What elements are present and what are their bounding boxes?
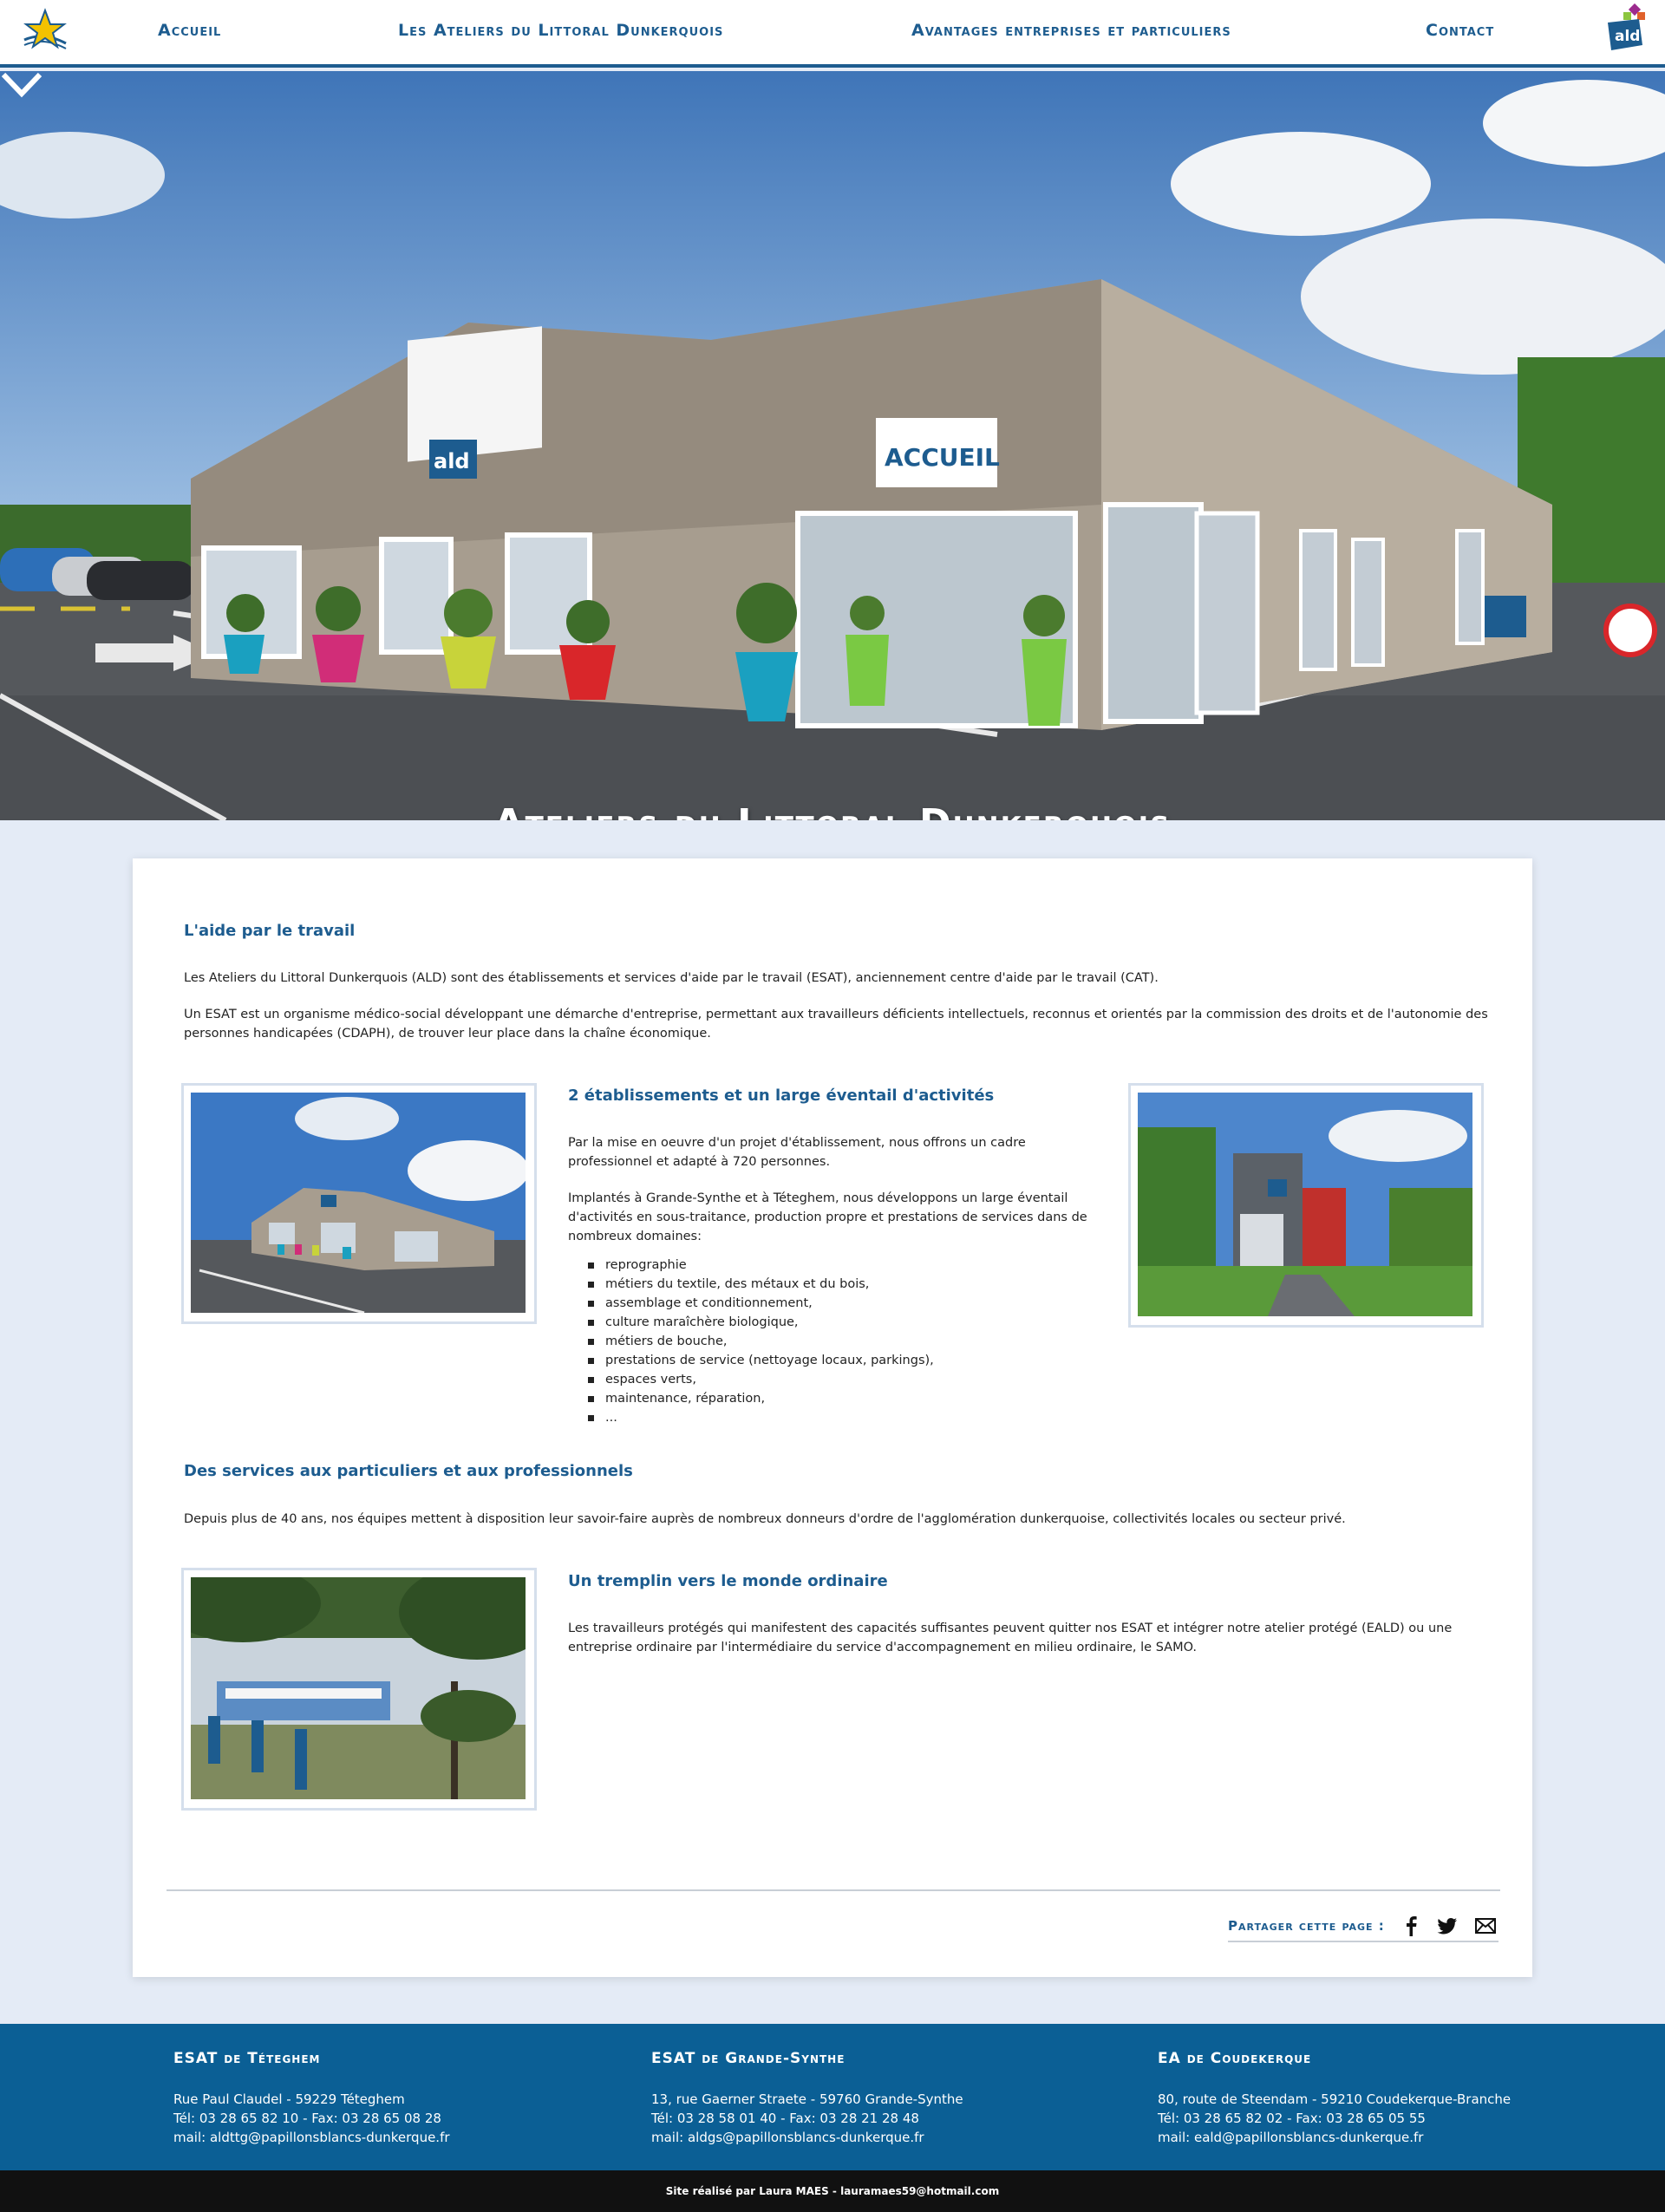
section-title-aide: L'aide par le travail — [184, 922, 356, 940]
photo-esat-entrance[interactable] — [1128, 1083, 1484, 1328]
list-item: assemblage et conditionnement, — [584, 1294, 934, 1313]
footer-phone: Tél: 03 28 58 01 40 - Fax: 03 28 21 28 4… — [651, 2111, 919, 2126]
footer-col-title: ESAT de Grande-Synthe — [651, 2050, 846, 2067]
hero-photo: ACCUEIL ald — [0, 71, 1665, 820]
hero-sign-ald: ald — [434, 449, 470, 473]
footer-col-coudekerque: EA de Coudekerque 80, route de Steendam … — [1158, 2050, 1511, 2147]
photo-atelier-nettoyage-image — [191, 1577, 526, 1799]
services-paragraph: Depuis plus de 40 ans, nos équipes mette… — [184, 1512, 1346, 1526]
etablissements-p2-line-3: nombreux domaines: — [568, 1230, 702, 1243]
list-item: métiers du textile, des métaux et du boi… — [584, 1275, 934, 1294]
section-title-services: Des services aux particuliers et aux pro… — [184, 1462, 633, 1480]
hero-banner: ACCUEIL ald Ateliers du Littoral Dunkerq… — [0, 71, 1665, 820]
aide-paragraph-2-line-2: personnes handicapées (CDAPH), de trouve… — [184, 1027, 711, 1041]
footer-col-teteghem: ESAT de Téteghem Rue Paul Claudel - 5922… — [173, 2050, 450, 2147]
list-item: culture maraîchère biologique, — [584, 1313, 934, 1332]
list-item: prestations de service (nettoyage locaux… — [584, 1351, 934, 1370]
footer-col-title: EA de Coudekerque — [1158, 2050, 1312, 2067]
footer: ESAT de Téteghem Rue Paul Claudel - 5922… — [0, 2024, 1665, 2170]
aide-paragraph-2-line-1: Un ESAT est un organisme médico-social d… — [184, 1008, 1488, 1021]
hero-sign-accueil: ACCUEIL — [885, 443, 1000, 472]
etablissements-p1-line-2: professionnel et adapté à 720 personnes. — [568, 1155, 831, 1169]
top-navigation: Accueil Les Ateliers du Littoral Dunkerq… — [0, 0, 1665, 68]
nav-accueil[interactable]: Accueil — [158, 21, 221, 40]
footer-mail[interactable]: mail: eald@papillonsblancs-dunkerque.fr — [1158, 2128, 1511, 2147]
etablissements-p2-line-2: d'activités en sous-traitance, productio… — [568, 1210, 1087, 1224]
footer-address: 80, route de Steendam - 59210 Coudekerqu… — [1158, 2091, 1512, 2107]
photo-esat-building[interactable] — [181, 1083, 537, 1324]
list-item: ... — [584, 1408, 934, 1427]
footer-mail[interactable]: mail: aldgs@papillonsblancs-dunkerque.fr — [651, 2128, 963, 2147]
chevron-down-icon[interactable] — [0, 71, 43, 99]
ald-logo-text: ald — [1615, 28, 1640, 45]
footer-col-title: ESAT de Téteghem — [173, 2050, 321, 2067]
etablissements-p1-line-1: Par la mise en oeuvre d'un projet d'étab… — [568, 1136, 1026, 1150]
divider — [166, 1889, 1500, 1891]
tremplin-line-2: entreprise ordinaire par l'intermédiaire… — [568, 1641, 1198, 1654]
photo-esat-building-image — [191, 1093, 526, 1313]
ald-logo[interactable]: ald — [1604, 3, 1648, 52]
hero-title: Ateliers du Littoral Dunkerquois — [0, 801, 1665, 820]
photo-atelier-nettoyage[interactable] — [181, 1568, 537, 1811]
nav-avantages[interactable]: Avantages entreprises et particuliers — [911, 21, 1231, 40]
facebook-icon[interactable] — [1400, 1915, 1422, 1937]
nav-ateliers[interactable]: Les Ateliers du Littoral Dunkerquois — [398, 21, 723, 40]
footer-credits: Site réalisé par Laura MAES - lauramaes5… — [0, 2170, 1665, 2212]
share-label: Partager cette page : — [1228, 1918, 1385, 1934]
activities-list: reprographie métiers du textile, des mét… — [584, 1256, 934, 1427]
footer-address: 13, rue Gaerner Straete - 59760 Grande-S… — [651, 2091, 963, 2107]
footer-col-grande-synthe: ESAT de Grande-Synthe 13, rue Gaerner St… — [651, 2050, 963, 2147]
list-item: maintenance, réparation, — [584, 1389, 934, 1408]
footer-phone: Tél: 03 28 65 82 10 - Fax: 03 28 65 08 2… — [173, 2111, 441, 2126]
share-bar: Partager cette page : — [1228, 1915, 1498, 1942]
section-title-tremplin: Un tremplin vers le monde ordinaire — [568, 1572, 888, 1590]
footer-phone: Tél: 03 28 65 82 02 - Fax: 03 28 65 05 5… — [1158, 2111, 1426, 2126]
list-item: reprographie — [584, 1256, 934, 1275]
mail-icon[interactable] — [1474, 1915, 1497, 1937]
twitter-icon[interactable] — [1436, 1915, 1459, 1937]
nav-contact[interactable]: Contact — [1426, 21, 1494, 40]
footer-address: Rue Paul Claudel - 59229 Téteghem — [173, 2091, 405, 2107]
footer-mail[interactable]: mail: aldttg@papillonsblancs-dunkerque.f… — [173, 2128, 450, 2147]
tremplin-line-1: Les travailleurs protégés qui manifesten… — [568, 1621, 1453, 1635]
etablissements-p2-line-1: Implantés à Grande-Synthe et à Téteghem,… — [568, 1191, 1068, 1205]
papillons-blancs-logo[interactable] — [17, 5, 71, 54]
section-title-etablissements: 2 établissements et un large éventail d'… — [568, 1086, 995, 1105]
list-item: espaces verts, — [584, 1370, 934, 1389]
photo-esat-entrance-image — [1138, 1093, 1472, 1316]
list-item: métiers de bouche, — [584, 1332, 934, 1351]
aide-paragraph-1: Les Ateliers du Littoral Dunkerquois (AL… — [184, 971, 1159, 985]
